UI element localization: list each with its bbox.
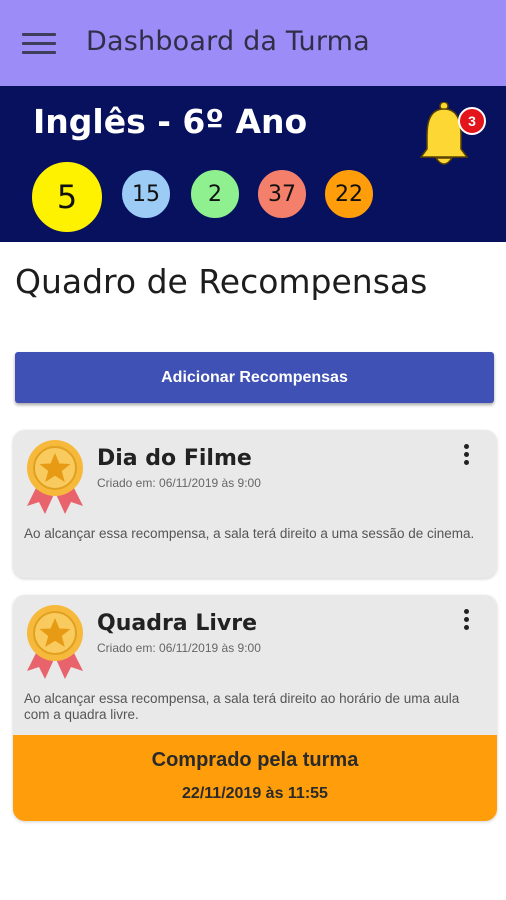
stat-yellow[interactable]: 5 (30, 160, 104, 234)
page-title: Dashboard da Turma (86, 26, 370, 57)
reward-title: Dia do Filme (97, 446, 252, 471)
add-rewards-button[interactable]: Adicionar Recompensas (15, 352, 494, 403)
notification-count-badge: 3 (458, 107, 486, 135)
stat-red[interactable]: 37 (256, 168, 308, 220)
more-vert-icon[interactable] (457, 442, 475, 468)
purchased-banner: Comprado pela turma 22/11/2019 às 11:55 (13, 735, 497, 821)
reward-description: Ao alcançar essa recompensa, a sala terá… (24, 526, 475, 541)
class-header: Inglês - 6º Ano 3 5 15 2 37 22 (0, 86, 506, 242)
reward-title: Quadra Livre (97, 611, 257, 636)
purchased-date: 22/11/2019 às 11:55 (182, 785, 328, 802)
stat-orange[interactable]: 22 (323, 168, 375, 220)
reward-created-date: Criado em: 06/11/2019 às 9:00 (97, 476, 261, 490)
reward-description: Ao alcançar essa recompensa, a sala terá… (24, 691, 460, 722)
purchased-label: Comprado pela turma (151, 749, 359, 771)
notifications-button[interactable]: 3 (418, 101, 486, 172)
more-vert-icon[interactable] (457, 607, 475, 633)
reward-created-date: Criado em: 06/11/2019 às 9:00 (97, 641, 261, 655)
medal-icon (27, 440, 83, 514)
stat-green[interactable]: 2 (189, 168, 241, 220)
app-bar: Dashboard da Turma (0, 0, 506, 86)
reward-card[interactable]: Dia do Filme Criado em: 06/11/2019 às 9:… (13, 430, 497, 578)
class-name: Inglês - 6º Ano (33, 102, 308, 141)
medal-icon (27, 605, 83, 679)
section-title: Quadro de Recompensas (15, 262, 428, 301)
reward-card[interactable]: Quadra Livre Criado em: 06/11/2019 às 9:… (13, 595, 497, 821)
hamburger-menu-icon[interactable] (22, 30, 56, 56)
stat-blue[interactable]: 15 (120, 168, 172, 220)
